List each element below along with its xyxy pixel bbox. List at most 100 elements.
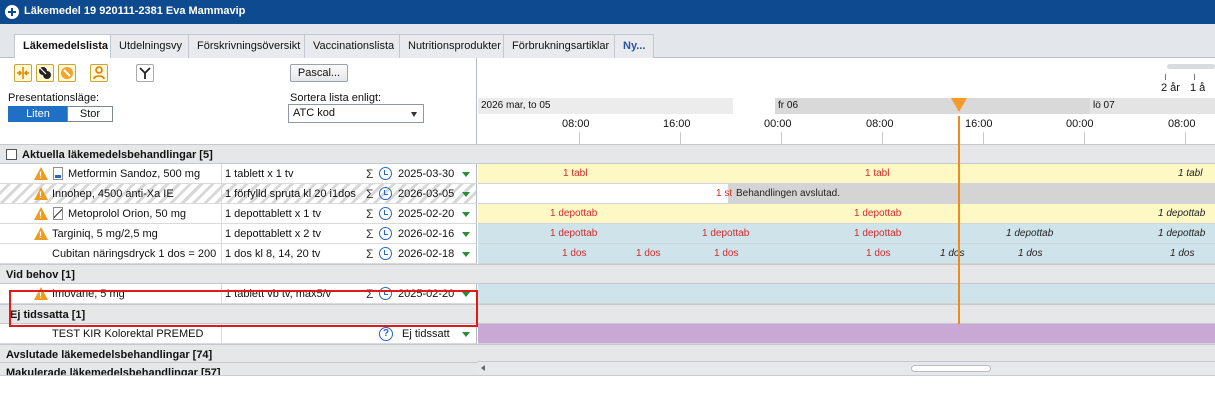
table-row[interactable]: Imovane, 5 mg 1 tablett vb tv, max5/v Σ … bbox=[0, 284, 1215, 304]
section-as-needed[interactable]: Vid behov [1] bbox=[0, 264, 1215, 284]
chevron-down-icon[interactable] bbox=[462, 232, 470, 237]
hour-tick bbox=[983, 132, 984, 144]
warning-icon[interactable] bbox=[34, 287, 48, 300]
dosage: 1 förfylld spruta kl 20 i1dos bbox=[225, 188, 356, 200]
dose-marker[interactable]: 1 depottab bbox=[1006, 224, 1053, 244]
dose-marker[interactable]: 1 tabl bbox=[865, 164, 889, 184]
sigma-icon[interactable]: Σ bbox=[366, 204, 373, 224]
zoom-scrollbar[interactable] bbox=[1167, 64, 1215, 69]
table-row[interactable]: Metoprolol Orion, 50 mg 1 depottablett x… bbox=[0, 204, 1215, 224]
chevron-down-icon[interactable] bbox=[462, 192, 470, 197]
scroll-left-icon[interactable] bbox=[481, 365, 485, 371]
medication-name[interactable]: Targiniq, 5 mg/2,5 mg bbox=[52, 224, 220, 244]
clock-icon[interactable] bbox=[379, 207, 392, 220]
hour-tick bbox=[1084, 132, 1085, 144]
mode-small-button[interactable]: Liten bbox=[8, 106, 68, 122]
dose-marker[interactable]: 1 dos bbox=[562, 244, 586, 264]
mode-large-button[interactable]: Stor bbox=[67, 106, 113, 122]
dose-marker[interactable]: 1 depottab bbox=[1158, 204, 1205, 224]
warning-icon[interactable] bbox=[34, 207, 48, 220]
title-bar: Läkemedel 19 920111-2381 Eva Mammavip bbox=[0, 0, 1215, 24]
warning-icon[interactable] bbox=[34, 187, 48, 200]
dose-marker[interactable]: 1 depottab bbox=[1158, 224, 1205, 244]
clock-icon[interactable] bbox=[379, 287, 392, 300]
dose-marker[interactable]: 1 st bbox=[716, 184, 732, 204]
day-label: 2026 mar, to 05 bbox=[478, 98, 733, 114]
tab-lakemedelslista[interactable]: Läkemedelslista bbox=[14, 34, 117, 59]
toolbar-panel: Pascal... Presentationsläge: Liten Stor … bbox=[0, 58, 477, 144]
tab-nutritionsprodukter[interactable]: Nutritionsprodukter bbox=[399, 34, 510, 58]
question-icon[interactable]: ? bbox=[379, 327, 393, 341]
zoom-1-year[interactable]: 1 å bbox=[1190, 74, 1205, 94]
tab-utdelningsvy[interactable]: Utdelningsvy bbox=[110, 34, 191, 58]
dose-marker[interactable]: 1 tabl bbox=[563, 164, 587, 184]
sigma-icon[interactable]: Σ bbox=[366, 244, 373, 264]
zoom-2-years[interactable]: 2 år bbox=[1161, 74, 1180, 94]
pascal-button[interactable]: Pascal... bbox=[290, 64, 348, 82]
medication-name[interactable]: Imovane, 5 mg bbox=[52, 284, 220, 304]
day-label: fr 06 bbox=[775, 98, 1093, 114]
tab-vaccinationslista[interactable]: Vaccinationslista bbox=[304, 34, 404, 58]
warning-icon[interactable] bbox=[34, 167, 48, 180]
empty-area bbox=[0, 375, 1215, 410]
chevron-down-icon[interactable] bbox=[462, 212, 470, 217]
person-icon[interactable] bbox=[90, 64, 108, 82]
medication-name[interactable]: Innohep, 4500 anti-Xa IE bbox=[52, 184, 220, 204]
scroll-thumb[interactable] bbox=[911, 365, 991, 372]
table-row[interactable]: TEST KIR Kolorektal PREMED ? Ej tidssatt bbox=[0, 324, 1215, 344]
sigma-icon[interactable]: Σ bbox=[366, 224, 373, 244]
section-untimed[interactable]: Ej tidssatta [1] bbox=[0, 304, 1215, 324]
pills-icon[interactable] bbox=[36, 64, 54, 82]
clock-icon[interactable] bbox=[379, 167, 392, 180]
hour-label: 08:00 bbox=[562, 118, 590, 130]
sigma-icon[interactable]: Σ bbox=[366, 284, 373, 304]
medication-name[interactable]: Cubitan näringsdryck 1 dos = 200 ... bbox=[52, 244, 220, 264]
dosage: 1 depottablett x 1 tv bbox=[225, 208, 322, 220]
chevron-down-icon[interactable] bbox=[462, 292, 470, 297]
warning-icon[interactable] bbox=[34, 227, 48, 240]
tab-forskrivningsoversikt[interactable]: Förskrivningsöversikt bbox=[188, 34, 310, 58]
select-all-checkbox[interactable] bbox=[6, 149, 17, 160]
section-current-label: Aktuella läkemedelsbehandlingar [5] bbox=[22, 149, 213, 161]
dose-marker[interactable]: 1 dos bbox=[636, 244, 660, 264]
timeline-scrollbar[interactable] bbox=[477, 361, 1215, 375]
sigma-icon[interactable]: Σ bbox=[366, 164, 373, 184]
dose-marker[interactable]: 1 tabl bbox=[1178, 164, 1202, 184]
table-row[interactable]: Metformin Sandoz, 500 mg 1 tablett x 1 t… bbox=[0, 164, 1215, 184]
current-time-marker[interactable] bbox=[951, 98, 967, 112]
capsule-icon[interactable] bbox=[58, 64, 76, 82]
dose-marker[interactable]: 1 depottab bbox=[702, 224, 749, 244]
window-title: Läkemedel 19 920111-2381 Eva Mammavip bbox=[24, 5, 246, 17]
dose-marker[interactable]: 1 dos bbox=[940, 244, 964, 264]
clock-icon[interactable] bbox=[379, 247, 392, 260]
sort-label: Sortera lista enligt: bbox=[290, 92, 382, 104]
sigma-icon[interactable]: Σ bbox=[366, 184, 373, 204]
dose-marker[interactable]: 1 dos bbox=[866, 244, 890, 264]
presentation-label: Presentationsläge: bbox=[8, 92, 100, 104]
dose-marker[interactable]: 1 depottab bbox=[550, 204, 597, 224]
dose-marker[interactable]: 1 depottab bbox=[550, 224, 597, 244]
dose-marker[interactable]: 1 dos bbox=[1018, 244, 1042, 264]
tab-new[interactable]: Ny... bbox=[614, 34, 655, 58]
medication-name[interactable]: TEST KIR Kolorektal PREMED bbox=[52, 324, 220, 344]
table-row[interactable]: Innohep, 4500 anti-Xa IE 1 förfylld spru… bbox=[0, 184, 1215, 204]
dose-marker[interactable]: 1 dos bbox=[1170, 244, 1194, 264]
table-row[interactable]: Cubitan näringsdryck 1 dos = 200 ... 1 d… bbox=[0, 244, 1215, 264]
dose-marker[interactable]: 1 depottab bbox=[854, 224, 901, 244]
dose-marker[interactable]: 1 depottab bbox=[854, 204, 901, 224]
split-icon[interactable] bbox=[14, 64, 32, 82]
section-current[interactable]: Aktuella läkemedelsbehandlingar [5] bbox=[0, 144, 1215, 164]
fork-icon[interactable] bbox=[136, 64, 154, 82]
section-untimed-label: Ej tidssatta [1] bbox=[10, 309, 86, 321]
dose-marker[interactable]: 1 dos bbox=[714, 244, 738, 264]
chevron-down-icon[interactable] bbox=[462, 332, 470, 337]
sort-select[interactable]: ATC kod bbox=[288, 104, 424, 123]
chevron-down-icon[interactable] bbox=[462, 172, 470, 177]
chevron-down-icon[interactable] bbox=[462, 252, 470, 257]
clock-icon[interactable] bbox=[379, 227, 392, 240]
tab-forbrukningsartiklar[interactable]: Förbrukningsartiklar bbox=[503, 34, 619, 58]
table-row[interactable]: Targiniq, 5 mg/2,5 mg 1 depottablett x 2… bbox=[0, 224, 1215, 244]
clock-icon[interactable] bbox=[379, 187, 392, 200]
medication-name[interactable]: Metoprolol Orion, 50 mg bbox=[68, 204, 218, 224]
medication-name[interactable]: Metformin Sandoz, 500 mg bbox=[68, 164, 218, 184]
